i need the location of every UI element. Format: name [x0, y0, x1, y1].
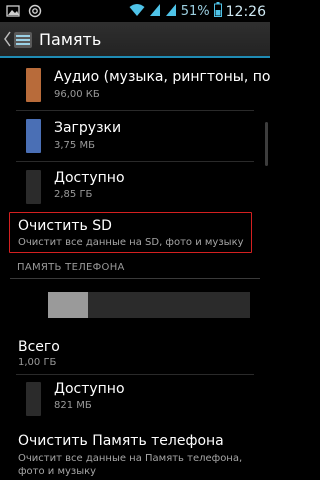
- page-title: Память: [39, 30, 102, 49]
- item-title: Доступно: [54, 381, 125, 397]
- item-title: Загрузки: [54, 120, 122, 136]
- storage-list: Аудио (музыка, рингтоны, под 96,00 КБ За…: [0, 60, 270, 480]
- clear-sd-button[interactable]: Очистить SD Очистит все данные на SD, фо…: [9, 212, 252, 253]
- clear-sd-description: Очистит все данные на SD, фото и музыку: [18, 237, 244, 248]
- signal-icon-2: [165, 2, 177, 21]
- item-size: 3,75 МБ: [54, 140, 95, 151]
- item-size: 2,85 ГБ: [54, 189, 93, 200]
- audio-color-swatch: [26, 68, 41, 102]
- item-size: 821 МБ: [54, 400, 92, 411]
- signal-icon: [149, 2, 161, 21]
- at-sign-icon: [28, 3, 42, 22]
- action-bar: Память: [0, 22, 270, 58]
- total-title: Всего: [18, 339, 60, 355]
- scrollbar[interactable]: [265, 122, 268, 166]
- phone-usage-bar: [48, 292, 250, 318]
- phone-usage-fill: [48, 292, 89, 318]
- total-size: 1,00 ГБ: [18, 357, 57, 368]
- downloads-color-swatch: [26, 119, 41, 153]
- status-bar: 51% 12:26: [0, 0, 270, 22]
- phone-available-color-swatch: [26, 382, 41, 416]
- item-title: Аудио (музыка, рингтоны, под: [54, 69, 270, 85]
- battery-icon: [213, 2, 222, 21]
- system-icons: 51% 12:26: [129, 2, 266, 21]
- available-color-swatch: [26, 170, 41, 204]
- section-divider: [10, 278, 260, 279]
- wifi-icon: [129, 2, 145, 21]
- clock: 12:26: [225, 3, 266, 20]
- item-title: Доступно: [54, 170, 125, 186]
- notification-icons: [6, 3, 42, 22]
- list-item-available-phone: Доступно 821 МБ: [0, 375, 270, 421]
- item-size: 96,00 КБ: [54, 89, 100, 100]
- list-item-downloads[interactable]: Загрузки 3,75 МБ: [0, 111, 270, 161]
- battery-percent: 51%: [180, 4, 210, 19]
- clear-phone-description: Очистит все данные на Память телефона, ф…: [18, 453, 243, 477]
- clear-phone-title: Очистить Память телефона: [18, 433, 224, 449]
- settings-app-icon[interactable]: [12, 29, 34, 51]
- list-item-available-sd: Доступно 2,85 ГБ: [0, 162, 270, 210]
- gallery-icon: [6, 3, 20, 22]
- back-chevron-icon[interactable]: [3, 30, 11, 48]
- section-header-phone-memory: ПАМЯТЬ ТЕЛЕФОНА: [17, 262, 125, 273]
- list-item-audio[interactable]: Аудио (музыка, рингтоны, под 96,00 КБ: [0, 60, 270, 110]
- clear-sd-title: Очистить SD: [18, 218, 112, 234]
